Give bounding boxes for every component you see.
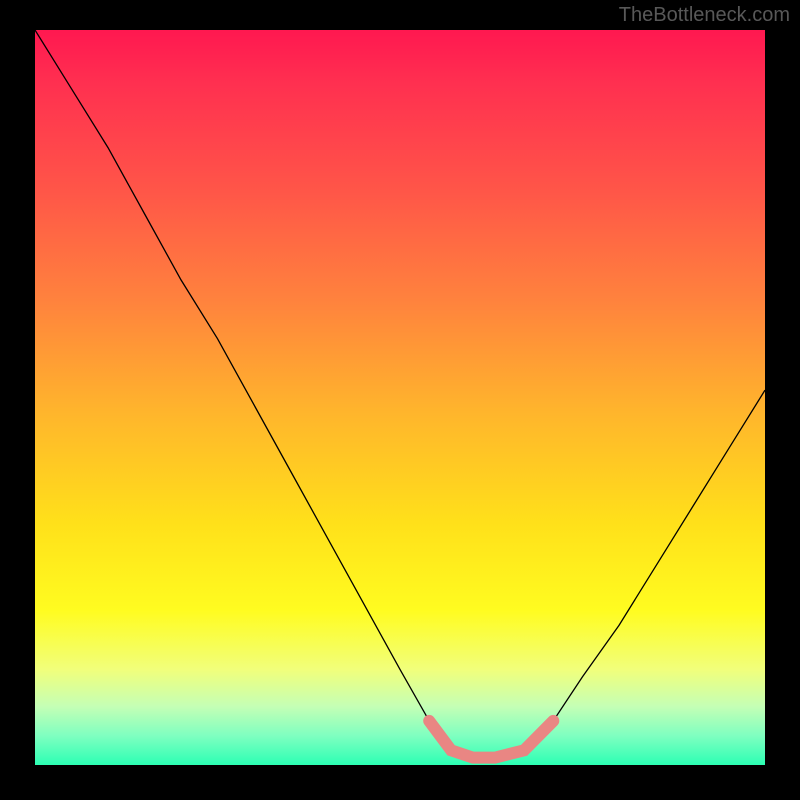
chart-svg bbox=[35, 30, 765, 765]
bottleneck-curve-line bbox=[35, 30, 765, 758]
watermark-label: TheBottleneck.com bbox=[619, 4, 790, 27]
highlight-band bbox=[429, 721, 553, 758]
chart-plot-area bbox=[35, 30, 765, 765]
